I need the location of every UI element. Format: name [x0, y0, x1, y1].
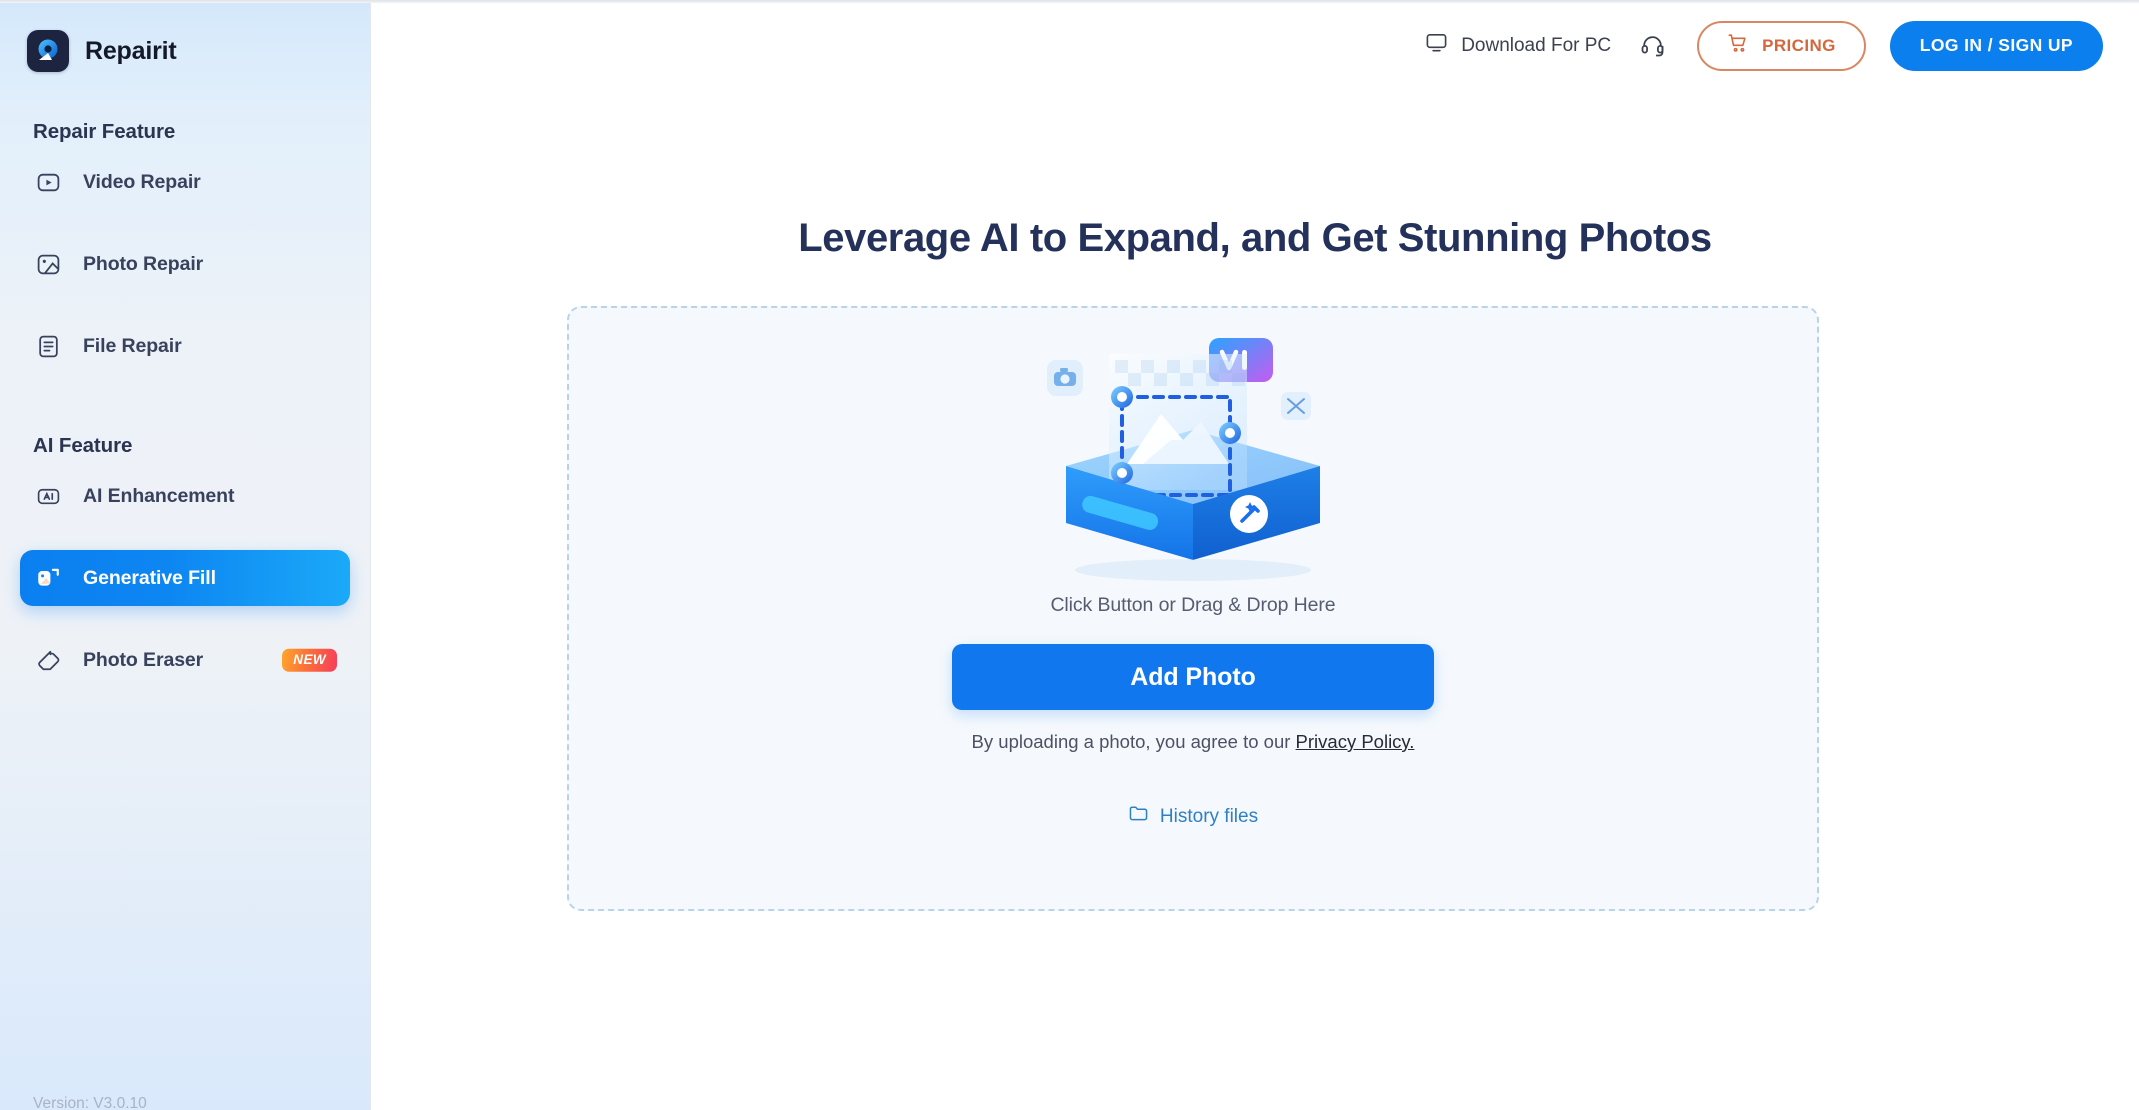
window-top-edge: [0, 0, 2139, 3]
ai-photo-expand-illustration: [1023, 318, 1363, 588]
nav-list-repair-feature: Video Repair Photo Repair File Repair: [0, 154, 370, 374]
shopping-cart-icon: [1727, 32, 1749, 59]
add-photo-button[interactable]: Add Photo: [952, 644, 1434, 710]
pricing-button[interactable]: PRICING: [1697, 20, 1866, 71]
main-content: Leverage AI to Expand, and Get Stunning …: [371, 91, 2139, 1110]
monitor-icon: [1425, 31, 1448, 60]
brand-name: Repairit: [85, 36, 177, 65]
generative-fill-icon: [34, 564, 62, 592]
download-for-pc-button[interactable]: Download For PC: [1425, 31, 1611, 60]
sidebar-item-label: Video Repair: [83, 170, 201, 193]
history-files-link[interactable]: History files: [1128, 803, 1258, 830]
sidebar-item-photo-eraser[interactable]: Photo Eraser NEW: [20, 632, 350, 688]
main-area: Download For PC PRICING LOG IN / SIGN UP…: [371, 0, 2139, 1110]
section-title-ai-feature: AI Feature: [33, 434, 133, 457]
folder-icon: [1128, 803, 1149, 830]
download-for-pc-label: Download For PC: [1461, 34, 1612, 56]
sidebar-item-label: AI Enhancement: [83, 484, 235, 507]
repairit-app-window: Repairit Repair Feature Video Repair Pho…: [0, 0, 2139, 1110]
app-version-label: Version: V3.0.10: [33, 1095, 147, 1110]
sidebar-item-ai-enhancement[interactable]: AI Enhancement: [20, 468, 350, 524]
privacy-notice: By uploading a photo, you agree to our P…: [972, 731, 1415, 753]
brand: Repairit: [0, 0, 370, 76]
sidebar-item-file-repair[interactable]: File Repair: [20, 318, 350, 374]
sidebar: Repairit Repair Feature Video Repair Pho…: [0, 0, 371, 1110]
headset-icon[interactable]: [1635, 29, 1669, 63]
upload-dropzone[interactable]: Click Button or Drag & Drop Here Add Pho…: [567, 306, 1819, 911]
sidebar-item-video-repair[interactable]: Video Repair: [20, 154, 350, 210]
section-title-repair-feature: Repair Feature: [33, 120, 176, 143]
dropzone-hint: Click Button or Drag & Drop Here: [1050, 594, 1336, 616]
photo-eraser-icon: [34, 646, 62, 674]
repairit-logo-icon: [27, 30, 69, 72]
file-repair-icon: [34, 332, 62, 360]
sidebar-item-label: Generative Fill: [83, 566, 216, 589]
sidebar-item-generative-fill[interactable]: Generative Fill: [20, 550, 350, 606]
nav-list-ai-feature: AI Enhancement Generative Fill Photo Era…: [0, 468, 370, 688]
login-signup-button[interactable]: LOG IN / SIGN UP: [1889, 20, 2103, 71]
top-header: Download For PC PRICING LOG IN / SIGN UP: [371, 0, 2139, 91]
sidebar-item-photo-repair[interactable]: Photo Repair: [20, 236, 350, 292]
sidebar-item-label: Photo Repair: [83, 252, 204, 275]
ai-enhancement-icon: [34, 482, 62, 510]
status-badge-new: NEW: [282, 648, 337, 672]
history-files-label: History files: [1159, 805, 1259, 827]
photo-repair-icon: [34, 250, 62, 278]
video-repair-icon: [34, 168, 62, 196]
page-title: Leverage AI to Expand, and Get Stunning …: [798, 216, 1712, 260]
sidebar-item-label: File Repair: [83, 334, 182, 357]
sidebar-item-label: Photo Eraser: [83, 648, 204, 671]
privacy-policy-link[interactable]: Privacy Policy.: [1296, 731, 1415, 752]
privacy-notice-prefix: By uploading a photo, you agree to our: [971, 731, 1296, 752]
pricing-label: PRICING: [1762, 35, 1836, 55]
